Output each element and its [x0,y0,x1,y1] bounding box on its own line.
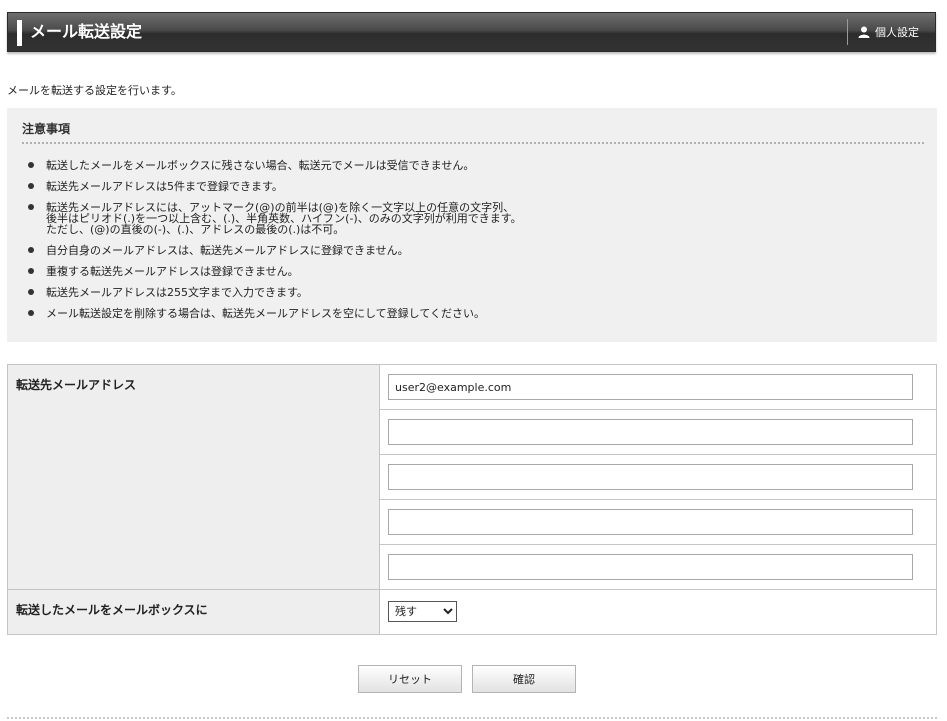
address-label: 転送先メールアドレス [16,378,137,392]
notice-item-text: 転送先メールアドレスは255文字まで入力できます。 [46,286,308,299]
notice-item-text: メール転送設定を削除する場合は、転送先メールアドレスを空にして登録してください。 [46,307,486,320]
forward-address-input-4[interactable] [388,509,913,535]
notice-item: 転送先メールアドレスは5件まで登録できます。 [26,181,916,192]
forward-address-input-1[interactable] [388,374,913,400]
address-row [380,410,936,455]
user-icon [858,26,870,38]
keep-in-mailbox-select[interactable]: 残す [388,601,457,622]
notice-item: メール転送設定を削除する場合は、転送先メールアドレスを空にして登録してください。 [26,308,916,319]
address-label-cell: 転送先メールアドレス [8,365,380,590]
forward-address-input-5[interactable] [388,554,913,580]
personal-settings-label: 個人設定 [875,26,919,39]
keep-in-mailbox-label: 転送したメールをメールボックスに [16,603,208,617]
notice-item: 転送先メールアドレスには、アットマーク(@)の前半は(@)を除く一文字以上の任意… [26,202,916,235]
notice-item: 重複する転送先メールアドレスは登録できません。 [26,266,916,277]
page-header: メール転送設定 個人設定 [7,12,936,52]
reset-button[interactable]: リセット [358,665,462,693]
address-row [380,545,936,590]
address-row [380,365,936,410]
notice-heading: 注意事項 [22,122,71,136]
title-accent-bar [17,20,22,46]
notice-item-text: 重複する転送先メールアドレスは登録できません。 [46,265,299,278]
forward-address-input-2[interactable] [388,419,913,445]
header-divider [847,19,848,45]
notice-item-text: 転送したメールをメールボックスに残さない場合、転送元でメールは受信できません。 [46,159,475,172]
intro-text: メールを転送する設定を行います。 [7,84,182,97]
keep-row: 残す [380,590,936,634]
notice-item: 転送先メールアドレスは255文字まで入力できます。 [26,287,916,298]
notice-item-text: 転送先メールアドレスは5件まで登録できます。 [46,180,283,193]
confirm-button[interactable]: 確認 [472,665,576,693]
address-row [380,455,936,500]
forward-address-input-3[interactable] [388,464,913,490]
page-title: メール転送設定 [30,22,143,41]
notice-item-text: ただし、(@)の直後の(-)、(.)、アドレスの最後の(.)は不可。 [46,223,345,236]
forward-settings-form: 転送先メールアドレス 転送したメールをメールボックスに 残す [7,364,937,635]
notice-list: 転送したメールをメールボックスに残さない場合、転送元でメールは受信できません。転… [26,160,916,329]
address-row [380,500,936,545]
keep-label-cell: 転送したメールをメールボックスに [8,590,380,634]
notice-item-text: 自分自身のメールアドレスは、転送先メールアドレスに登録できません。 [46,244,409,257]
personal-settings-link[interactable]: 個人設定 [858,13,919,51]
notice-item: 転送したメールをメールボックスに残さない場合、転送元でメールは受信できません。 [26,160,916,171]
notice-item: 自分自身のメールアドレスは、転送先メールアドレスに登録できません。 [26,245,916,256]
notice-box: 注意事項 転送したメールをメールボックスに残さない場合、転送元でメールは受信でき… [7,108,937,342]
notice-divider [22,142,924,144]
footer-divider [7,717,937,719]
